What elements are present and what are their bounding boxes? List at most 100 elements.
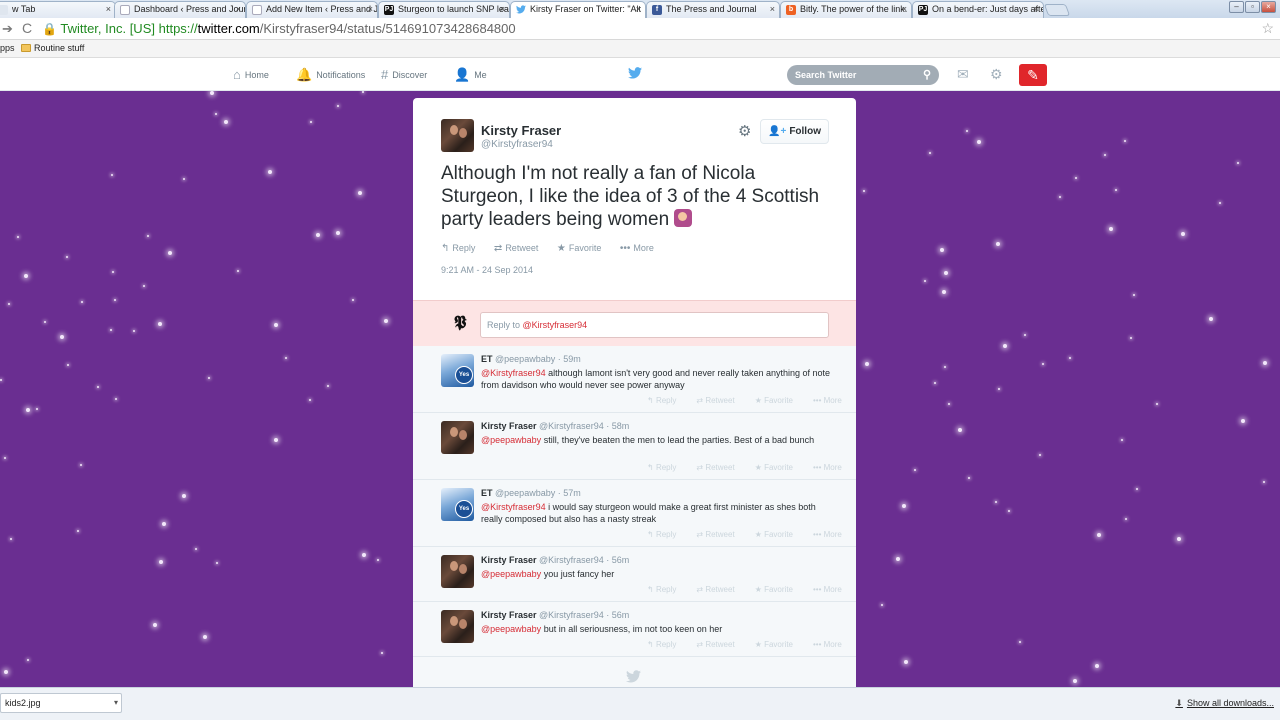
reply-input[interactable]: Reply to @Kirstyfraser94 (480, 312, 829, 338)
favorite-action[interactable]: ★ Favorite (755, 530, 803, 539)
reply-mention[interactable]: @peepawbaby (481, 435, 541, 445)
close-icon[interactable]: × (902, 2, 907, 17)
reply-author-handle[interactable]: @Kirstyfraser94 (539, 555, 604, 565)
new-tab-button[interactable] (1043, 4, 1071, 16)
retweet-action[interactable]: ⇄ Retweet (696, 530, 744, 539)
browser-tab[interactable]: PJ On a bend-er: Just days afte × (912, 1, 1044, 18)
reply-author-handle[interactable]: @Kirstyfraser94 (539, 610, 604, 620)
favorite-action[interactable]: ★ Favorite (755, 585, 803, 594)
avatar[interactable] (441, 119, 474, 152)
reply-action[interactable]: ↰ Reply (647, 396, 686, 405)
reply-action[interactable]: ↰ Reply (647, 530, 686, 539)
dropdown-arrow-icon[interactable]: ▾ (114, 694, 118, 712)
close-icon[interactable]: × (500, 2, 505, 17)
url-field[interactable]: 🔒 Twitter, Inc. [US] https://twitter.com… (42, 21, 516, 37)
close-icon[interactable]: × (636, 2, 641, 17)
minimize-button[interactable]: – (1229, 1, 1244, 13)
retweet-action[interactable]: ⇄ Retweet (696, 396, 744, 405)
more-action[interactable]: ••• More (813, 585, 852, 594)
avatar[interactable]: Yes (441, 488, 474, 521)
reply-mention[interactable]: @Kirstyfraser94 (481, 502, 546, 512)
show-all-downloads-link[interactable]: ⬇ Show all downloads... (1175, 698, 1274, 709)
reply-tweet[interactable]: Kirsty Fraser @Kirstyfraser94 · 56m @pee… (413, 602, 856, 657)
reply-time[interactable]: 56m (612, 555, 630, 565)
favorite-action[interactable]: ★ Favorite (755, 463, 803, 472)
reply-action[interactable]: ↰ Reply (647, 463, 686, 472)
more-action[interactable]: ••• More (620, 243, 662, 254)
reply-tweet[interactable]: Yes ET @peepawbaby · 59m @Kirstyfraser94… (413, 346, 856, 413)
reply-time[interactable]: 56m (612, 610, 630, 620)
retweet-action[interactable]: ⇄ Retweet (494, 243, 546, 254)
favorite-action[interactable]: ★ Favorite (755, 396, 803, 405)
forward-icon[interactable]: ➔ (2, 21, 13, 37)
tweet-timestamp[interactable]: 9:21 AM - 24 Sep 2014 (441, 265, 533, 275)
browser-tab[interactable]: PJ Sturgeon to launch SNP lead × (378, 1, 510, 18)
reply-action[interactable]: ↰ Reply (441, 243, 483, 254)
retweet-action[interactable]: ⇄ Retweet (696, 640, 744, 649)
browser-tab[interactable]: f The Press and Journal × (646, 1, 780, 18)
reply-tweet[interactable]: Kirsty Fraser @Kirstyfraser94 · 56m @pee… (413, 547, 856, 602)
reply-author-name[interactable]: ET (481, 488, 493, 498)
bookmark-folder[interactable]: Routine stuff (21, 40, 84, 57)
reply-author-name[interactable]: Kirsty Fraser (481, 610, 537, 620)
search-input[interactable]: Search Twitter ⚲ (787, 65, 939, 85)
reply-time[interactable]: 59m (563, 354, 581, 364)
browser-tab-active[interactable]: Kirsty Fraser on Twitter: "Alt × (510, 1, 646, 18)
search-icon[interactable]: ⚲ (923, 65, 931, 85)
close-icon[interactable]: × (236, 2, 241, 17)
close-icon[interactable]: × (106, 2, 111, 17)
avatar[interactable]: Yes (441, 354, 474, 387)
reply-mention[interactable]: @peepawbaby (481, 624, 541, 634)
retweet-action[interactable]: ⇄ Retweet (696, 463, 744, 472)
follow-button[interactable]: 👤+ Follow (760, 119, 829, 144)
more-action[interactable]: ••• More (813, 396, 852, 405)
retweet-action[interactable]: ⇄ Retweet (696, 585, 744, 594)
reply-tweet[interactable]: Kirsty Fraser @Kirstyfraser94 · 58m @pee… (413, 413, 856, 480)
more-action[interactable]: ••• More (813, 463, 852, 472)
reload-icon[interactable]: C (22, 20, 32, 36)
avatar[interactable] (441, 421, 474, 454)
user-actions-gear-icon[interactable]: ⚙ (738, 122, 751, 140)
reply-author-name[interactable]: Kirsty Fraser (481, 555, 537, 565)
gear-icon[interactable]: ⚙ (990, 66, 1003, 83)
avatar[interactable] (441, 610, 474, 643)
more-action[interactable]: ••• More (813, 640, 852, 649)
nav-discover[interactable]: # Discover (381, 58, 427, 91)
browser-tab[interactable]: w Tab × (0, 1, 116, 18)
reply-author-name[interactable]: ET (481, 354, 493, 364)
browser-tab[interactable]: Dashboard ‹ Press and Journ × (114, 1, 246, 18)
reply-tweet[interactable]: Yes ET @peepawbaby · 57m @Kirstyfraser94… (413, 480, 856, 547)
reply-action[interactable]: ↰ Reply (647, 640, 686, 649)
tweet-author-handle[interactable]: @Kirstyfraser94 (481, 139, 553, 150)
reply-author-handle[interactable]: @peepawbaby (495, 488, 555, 498)
reply-time[interactable]: 58m (612, 421, 630, 431)
avatar[interactable] (441, 555, 474, 588)
reply-author-handle[interactable]: @Kirstyfraser94 (539, 421, 604, 431)
close-icon[interactable]: × (770, 2, 775, 17)
direct-messages-icon[interactable]: ✉ (957, 66, 969, 83)
nav-notifications[interactable]: 🔔 Notifications (296, 58, 365, 91)
close-icon[interactable]: × (1034, 2, 1039, 17)
nav-home[interactable]: ⌂ Home (233, 58, 269, 91)
more-action[interactable]: ••• More (813, 530, 852, 539)
favorite-action[interactable]: ★ Favorite (557, 243, 609, 254)
bookmark-star-icon[interactable]: ☆ (1261, 20, 1274, 37)
tweet-author-name[interactable]: Kirsty Fraser (481, 123, 561, 138)
reply-action[interactable]: ↰ Reply (647, 585, 686, 594)
close-icon[interactable]: × (368, 2, 373, 17)
nav-me[interactable]: 👤 Me (454, 58, 487, 91)
reply-author-name[interactable]: Kirsty Fraser (481, 421, 537, 431)
reply-time[interactable]: 57m (563, 488, 581, 498)
browser-tab[interactable]: Add New Item ‹ Press and Jo × (246, 1, 378, 18)
reply-mention[interactable]: @Kirstyfraser94 (481, 368, 546, 378)
compose-tweet-button[interactable]: ✎ (1019, 64, 1047, 86)
favorite-action[interactable]: ★ Favorite (755, 640, 803, 649)
restore-button[interactable]: ▫ (1245, 1, 1260, 13)
browser-tab[interactable]: b Bitly. The power of the link. × (780, 1, 912, 18)
reply-mention[interactable]: @peepawbaby (481, 569, 541, 579)
bookmark-apps[interactable]: pps (0, 40, 15, 57)
download-item[interactable]: kids2.jpg ▾ (0, 693, 122, 713)
close-window-button[interactable]: × (1261, 1, 1276, 13)
reply-author-handle[interactable]: @peepawbaby (495, 354, 555, 364)
twitter-bird-logo-icon[interactable] (628, 67, 642, 82)
